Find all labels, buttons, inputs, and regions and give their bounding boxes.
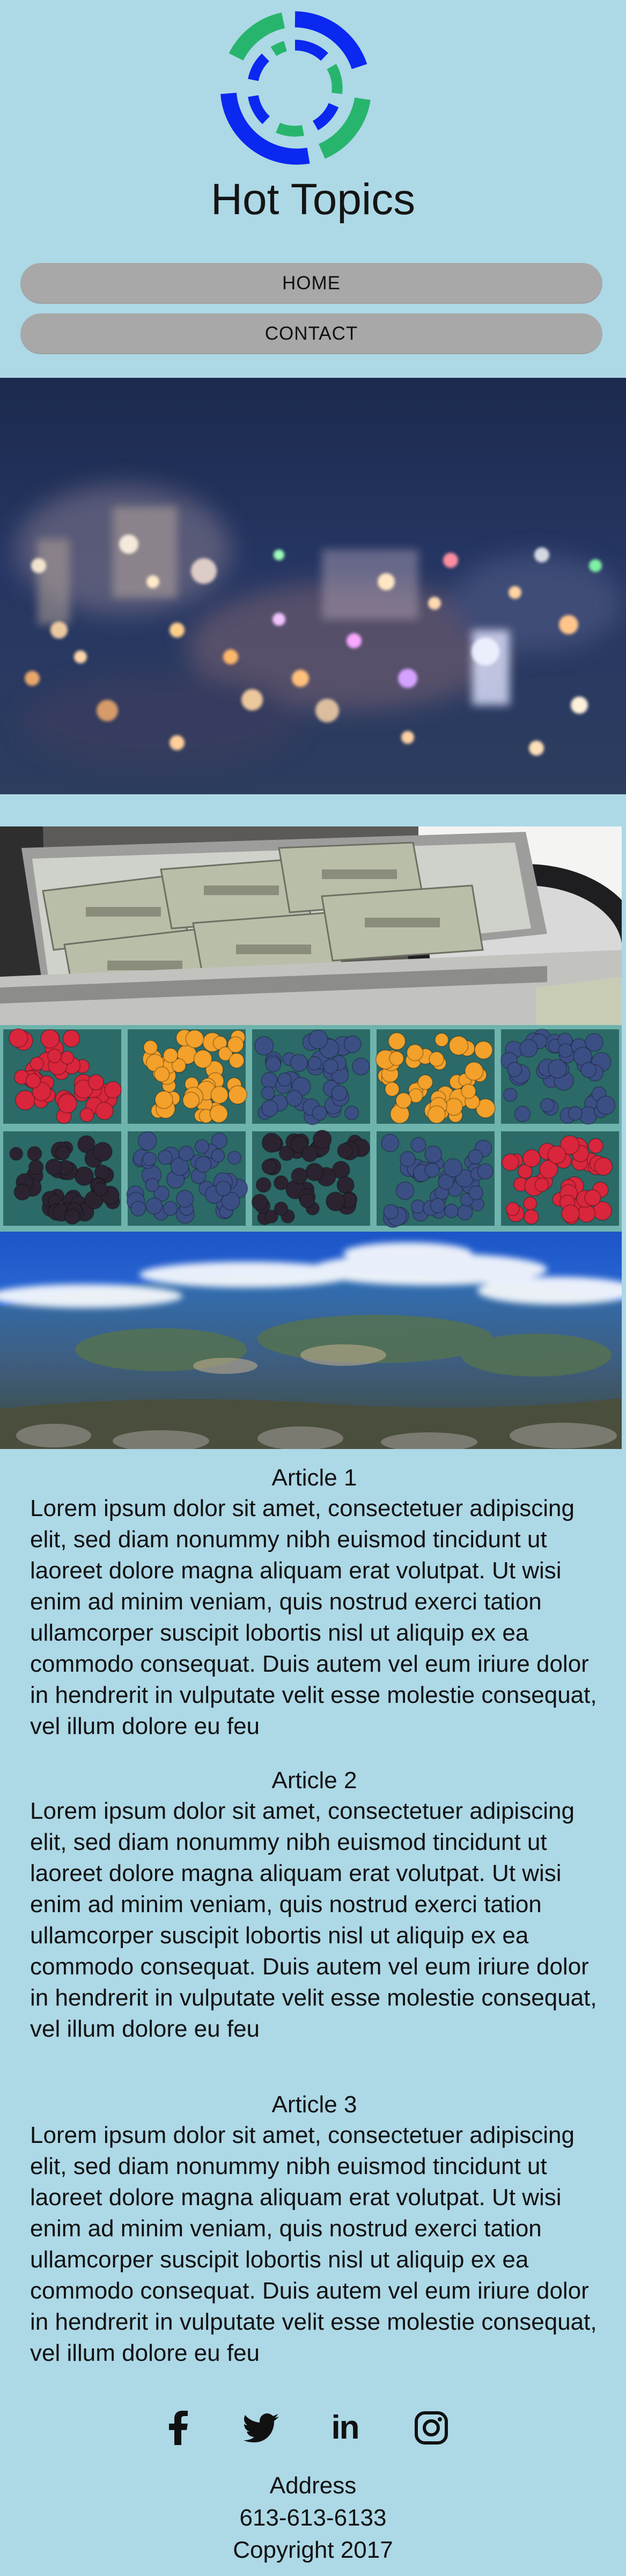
article-title: Article 3	[271, 2091, 357, 2118]
social-links: in	[0, 2406, 626, 2449]
nav-home-button[interactable]: HOME	[20, 263, 602, 304]
article-2: Article 2 Lorem ipsum dolor sit amet, co…	[30, 1766, 599, 2045]
article-body: Lorem ipsum dolor sit amet, consectetuer…	[30, 1495, 597, 1739]
circular-segmented-logo-icon[interactable]	[215, 8, 375, 169]
nav-contact-button[interactable]: CONTACT	[20, 313, 602, 354]
footer-copyright: Copyright 2017	[233, 2537, 393, 2563]
instagram-icon[interactable]	[410, 2406, 453, 2449]
site-title: Hot Topics	[210, 175, 416, 224]
article-body: Lorem ipsum dolor sit amet, consectetuer…	[30, 2122, 597, 2366]
article-1: Article 1 Lorem ipsum dolor sit amet, co…	[30, 1463, 599, 1742]
linkedin-icon[interactable]: in	[323, 2406, 366, 2449]
article-body: Lorem ipsum dolor sit amet, consectetuer…	[30, 1798, 597, 2042]
berry-baskets-image	[0, 1025, 622, 1232]
linkedin-text: in	[331, 2409, 359, 2446]
footer-address: Address	[269, 2472, 357, 2499]
article-title: Article 1	[271, 1465, 357, 1491]
blurred-city-lights-night-image	[0, 378, 626, 794]
facebook-icon[interactable]	[157, 2406, 200, 2449]
footer-phone[interactable]: 613-613-6133	[0, 2502, 626, 2534]
article-3: Article 3 Lorem ipsum dolor sit amet, co…	[30, 2090, 599, 2369]
cash-briefcase-image	[0, 826, 622, 1025]
twitter-icon[interactable]	[240, 2406, 283, 2449]
earth-from-space-image	[0, 1232, 622, 1449]
site-header: Hot Topics HOME CONTACT	[0, 0, 626, 376]
article-title: Article 2	[271, 1767, 357, 1794]
